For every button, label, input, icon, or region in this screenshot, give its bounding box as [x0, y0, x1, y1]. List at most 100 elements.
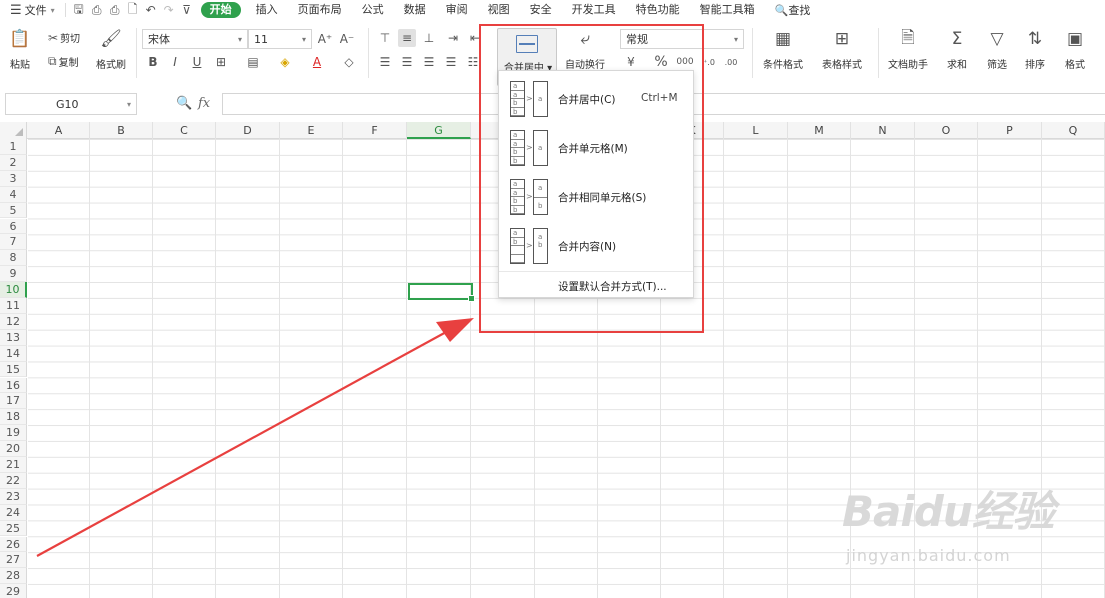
undo-icon[interactable]: ↶: [142, 1, 160, 19]
row-header-11[interactable]: 11: [0, 298, 27, 314]
row-header-24[interactable]: 24: [0, 504, 27, 521]
fill-color-icon[interactable]: ◈: [276, 53, 294, 71]
column-header-n[interactable]: N: [851, 122, 915, 139]
row-header-12[interactable]: 12: [0, 313, 27, 330]
row-header-17[interactable]: 17: [0, 393, 27, 410]
row-header-3[interactable]: 3: [0, 170, 27, 187]
tab-formulas[interactable]: 公式: [352, 0, 394, 20]
column-header-q[interactable]: Q: [1042, 122, 1105, 139]
filter-button[interactable]: ▽ 筛选: [980, 28, 1014, 71]
indent-icon[interactable]: ⇥: [444, 29, 462, 47]
row-header-8[interactable]: 8: [0, 250, 27, 267]
format-painter-button[interactable]: 🖌 格式刷: [96, 28, 126, 71]
decrease-decimal-icon[interactable]: .00: [722, 53, 740, 71]
tab-insert[interactable]: 插入: [246, 0, 288, 20]
row-header-23[interactable]: 23: [0, 488, 27, 505]
file-menu[interactable]: ☰ 文件 ▾: [0, 0, 61, 20]
column-header-g[interactable]: G: [407, 122, 471, 139]
font-size-select[interactable]: 11 ▾: [248, 29, 312, 49]
tab-data[interactable]: 数据: [394, 0, 436, 20]
decrease-font-icon[interactable]: A⁻: [338, 30, 356, 48]
column-header-d[interactable]: D: [216, 122, 280, 139]
print-icon[interactable]: ⎙: [106, 1, 124, 19]
clear-format-icon[interactable]: ◇: [340, 53, 358, 71]
search-command[interactable]: 🔍 查找: [765, 2, 811, 18]
row-header-15[interactable]: 15: [0, 361, 27, 378]
column-header-m[interactable]: M: [788, 122, 851, 139]
selected-cell-g10[interactable]: [408, 283, 475, 302]
tab-smart-toolbox[interactable]: 智能工具箱: [690, 0, 765, 20]
column-header-a[interactable]: A: [28, 122, 90, 139]
tab-review[interactable]: 审阅: [436, 0, 478, 20]
cut-button[interactable]: ✂ 剪切: [48, 30, 80, 46]
column-header-c[interactable]: C: [153, 122, 216, 139]
row-header-26[interactable]: 26: [0, 536, 27, 553]
redo-icon[interactable]: ↷: [160, 1, 178, 19]
conditional-format-button[interactable]: ▦ 条件格式: [756, 28, 810, 71]
copy-button[interactable]: ⧉ 复制: [48, 54, 79, 69]
align-right-icon[interactable]: ☰: [420, 53, 438, 71]
font-color-icon[interactable]: A: [308, 53, 326, 71]
row-header-29[interactable]: 29: [0, 584, 27, 598]
fill-pattern-icon[interactable]: ▤: [244, 53, 262, 71]
fx-icon[interactable]: fx: [198, 96, 210, 111]
align-top-icon[interactable]: ⊤: [376, 29, 394, 47]
align-middle-icon[interactable]: ≡: [398, 29, 416, 47]
doc-helper-button[interactable]: 🗎 文档助手: [884, 28, 932, 72]
tab-home[interactable]: 开始: [200, 2, 241, 18]
row-header-14[interactable]: 14: [0, 345, 27, 362]
format-button[interactable]: ▣ 格式: [1058, 28, 1092, 71]
row-header-7[interactable]: 7: [0, 234, 27, 251]
print-preview-icon[interactable]: 🗋: [124, 1, 142, 19]
table-style-button[interactable]: ⊞ 表格样式: [814, 28, 870, 71]
row-header-21[interactable]: 21: [0, 457, 27, 473]
tab-view[interactable]: 视图: [478, 0, 520, 20]
column-header-e[interactable]: E: [280, 122, 343, 139]
export-pdf-icon[interactable]: ⎙: [88, 1, 106, 19]
row-header-28[interactable]: 28: [0, 568, 27, 585]
row-header-2[interactable]: 2: [0, 154, 27, 171]
name-box[interactable]: G10 ▾: [5, 93, 137, 115]
row-header-10[interactable]: 10: [0, 282, 27, 298]
row-header-16[interactable]: 16: [0, 377, 27, 394]
italic-icon[interactable]: I: [166, 53, 184, 71]
save-icon[interactable]: 🖫: [70, 1, 88, 19]
row-header-1[interactable]: 1: [0, 139, 27, 155]
customize-toolbar-icon[interactable]: ⊽: [178, 1, 196, 19]
align-left-icon[interactable]: ☰: [376, 53, 394, 71]
font-name-select[interactable]: 宋体 ▾: [142, 29, 248, 49]
column-header-p[interactable]: P: [978, 122, 1042, 139]
align-bottom-icon[interactable]: ⊥: [420, 29, 438, 47]
select-all-corner[interactable]: [0, 122, 27, 139]
row-header-13[interactable]: 13: [0, 329, 27, 346]
tab-developer[interactable]: 开发工具: [562, 0, 626, 20]
tab-security[interactable]: 安全: [520, 0, 562, 20]
row-header-19[interactable]: 19: [0, 425, 27, 442]
row-header-27[interactable]: 27: [0, 552, 27, 569]
sum-button[interactable]: Σ 求和: [940, 28, 974, 71]
align-center-icon[interactable]: ☰: [398, 53, 416, 71]
bold-icon[interactable]: B: [144, 53, 162, 71]
row-header-6[interactable]: 6: [0, 218, 27, 235]
row-header-18[interactable]: 18: [0, 409, 27, 426]
column-header-l[interactable]: L: [724, 122, 788, 139]
row-header-9[interactable]: 9: [0, 266, 27, 283]
borders-icon[interactable]: ⊞: [212, 53, 230, 71]
row-header-20[interactable]: 20: [0, 441, 27, 457]
column-header-o[interactable]: O: [915, 122, 978, 139]
column-header-f[interactable]: F: [343, 122, 407, 139]
sort-button[interactable]: ⇅ 排序: [1018, 28, 1052, 71]
justify-icon[interactable]: ☰: [442, 53, 460, 71]
zoom-icon[interactable]: 🔍: [176, 96, 192, 111]
column-header-b[interactable]: B: [90, 122, 153, 139]
row-header-5[interactable]: 5: [0, 202, 27, 219]
paste-button[interactable]: 📋 粘贴: [8, 28, 32, 71]
divider: [136, 28, 137, 78]
row-header-22[interactable]: 22: [0, 472, 27, 489]
tab-special-features[interactable]: 特色功能: [626, 0, 690, 20]
underline-icon[interactable]: U: [188, 53, 206, 71]
tab-page-layout[interactable]: 页面布局: [288, 0, 352, 20]
row-header-4[interactable]: 4: [0, 186, 27, 203]
row-header-25[interactable]: 25: [0, 520, 27, 537]
increase-font-icon[interactable]: A⁺: [316, 30, 334, 48]
